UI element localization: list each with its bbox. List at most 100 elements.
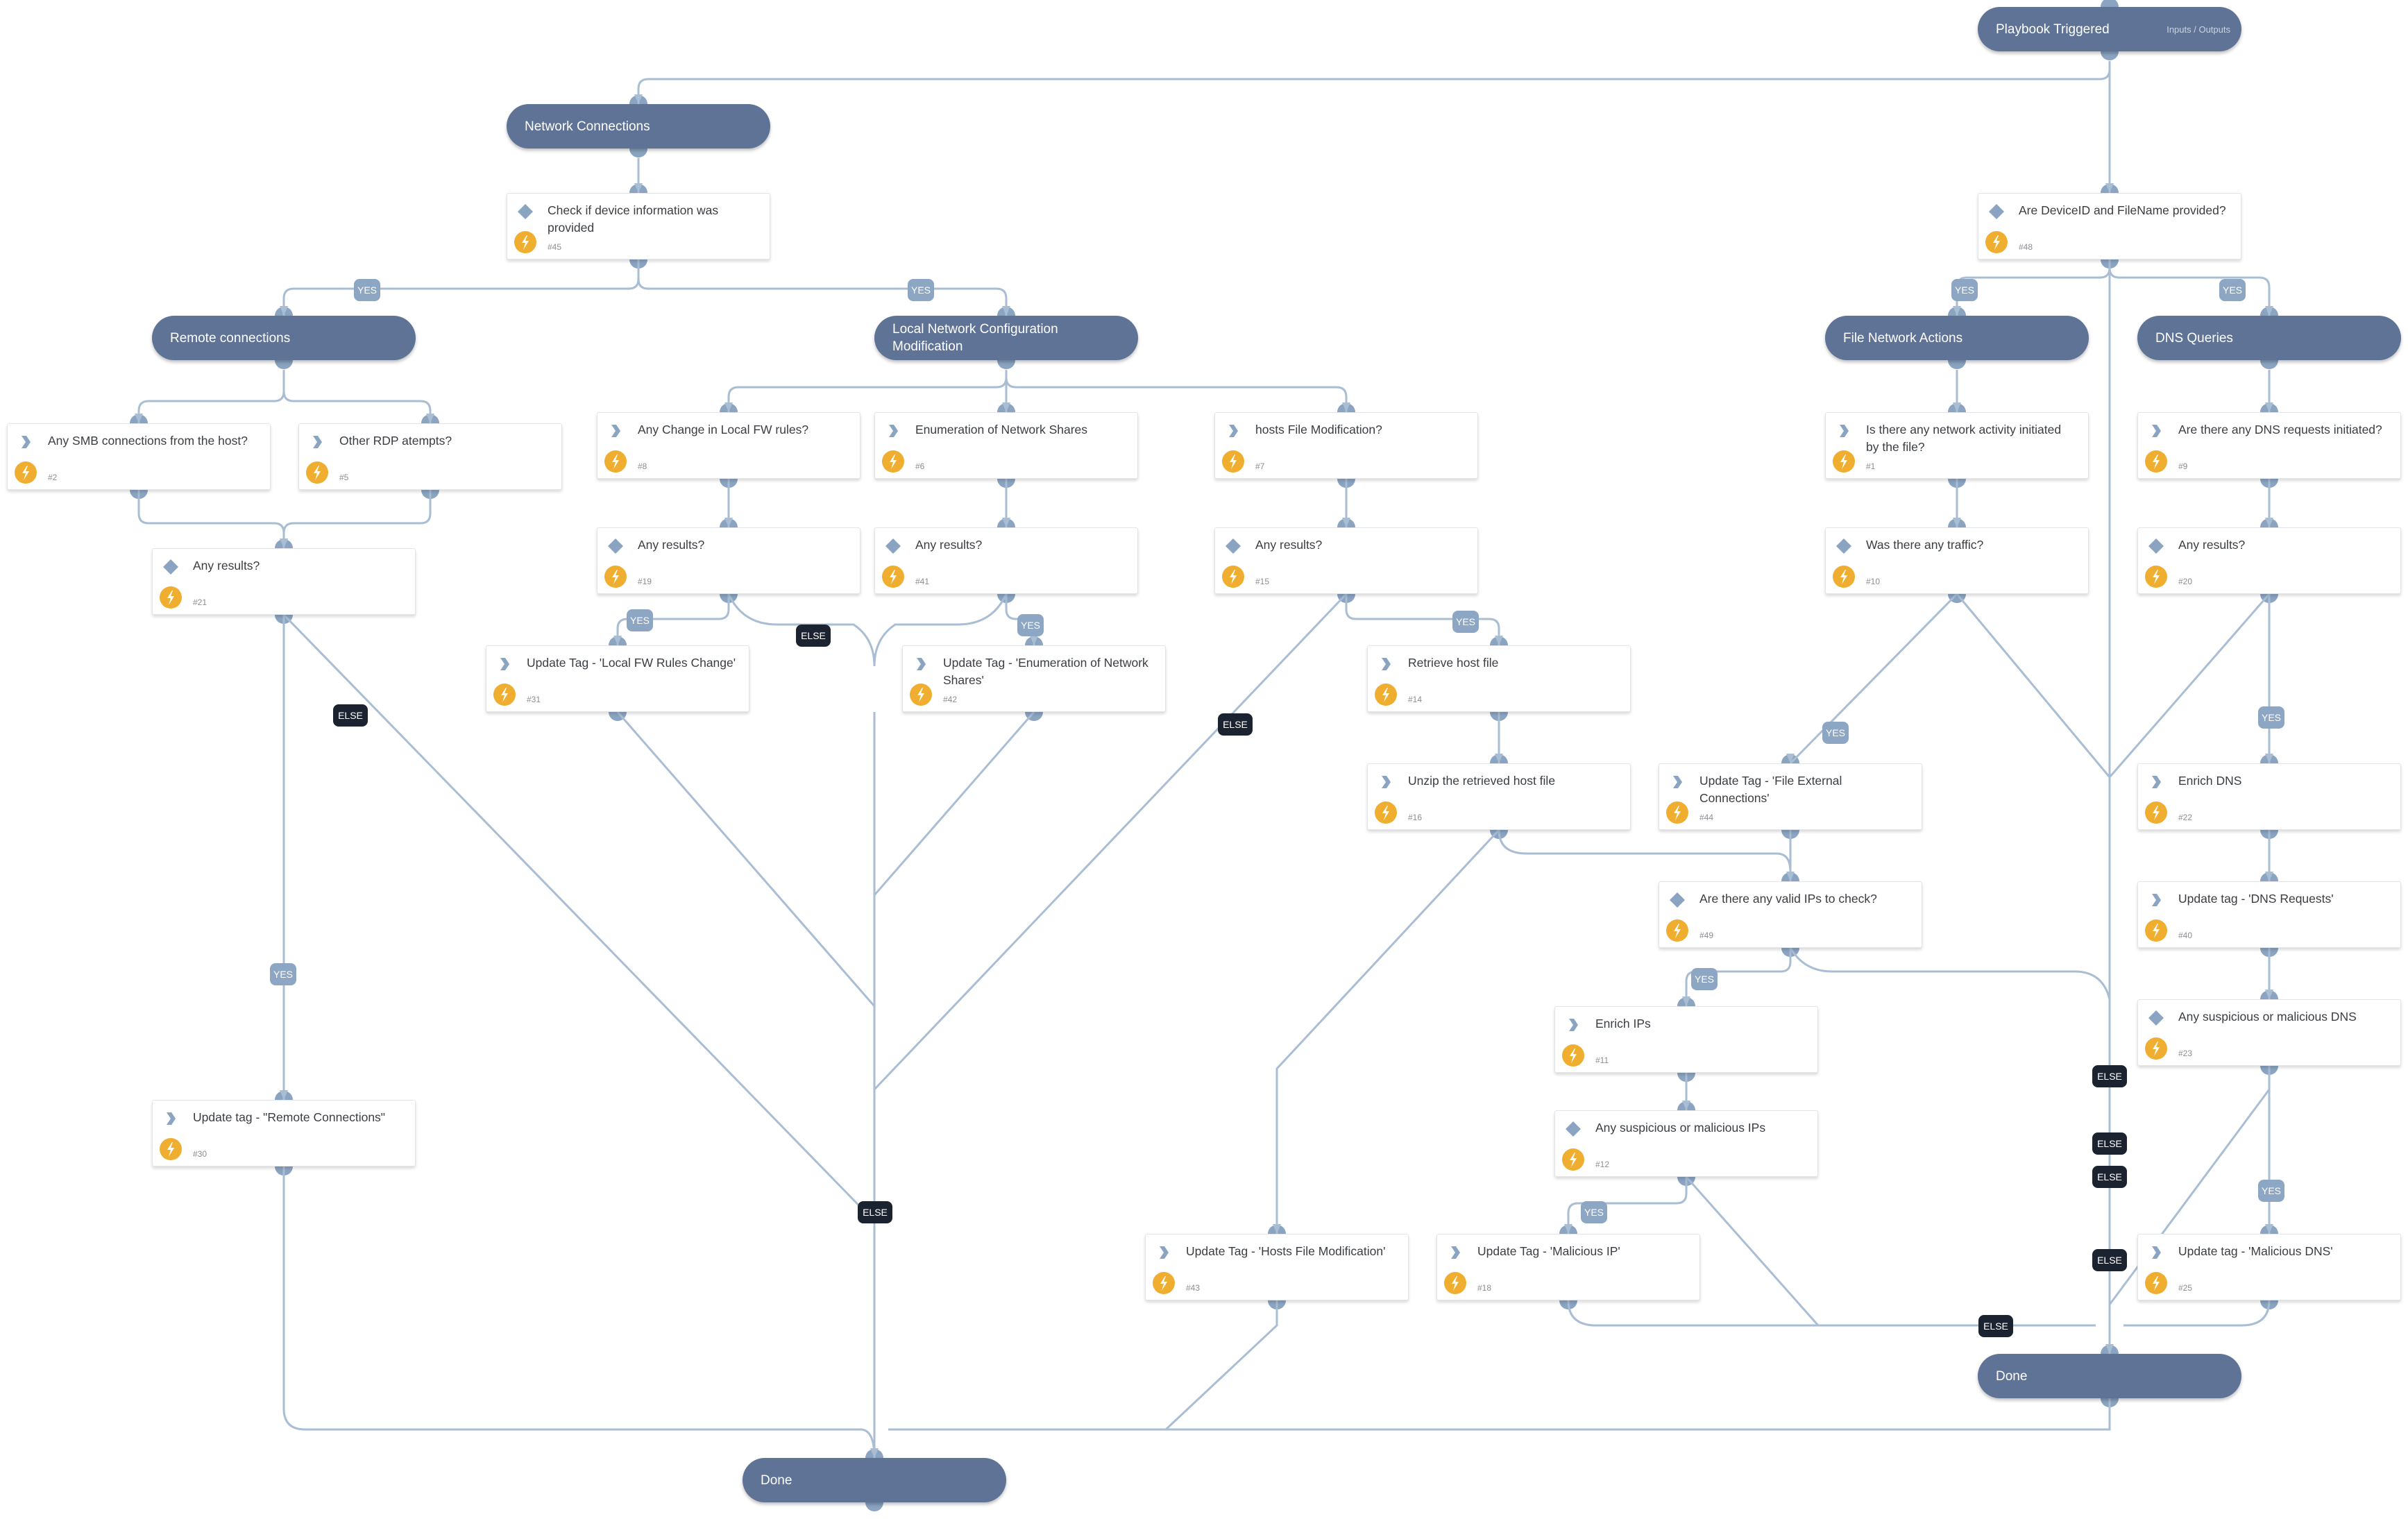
task-card-45[interactable]: Check if device information was provided… xyxy=(507,193,770,260)
task-card-5[interactable]: Other RDP atempts? #5 xyxy=(298,423,562,490)
task-card-8[interactable]: Any Change in Local FW rules? #8 xyxy=(597,412,860,479)
yes-branch-label[interactable]: YES xyxy=(2258,706,2284,729)
yes-branch-label[interactable]: YES xyxy=(908,279,934,301)
connector-edge xyxy=(873,711,1035,896)
task-card-30[interactable]: Update tag - "Remote Connections" #30 xyxy=(152,1100,416,1166)
automation-bolt-icon xyxy=(1985,231,2008,253)
task-title: Any Change in Local FW rules? xyxy=(638,423,809,436)
yes-branch-label[interactable]: YES xyxy=(1951,279,1978,301)
yes-branch-label[interactable]: YES xyxy=(627,609,653,631)
section-label: Network Connections xyxy=(525,119,650,134)
task-card-9[interactable]: Are there any DNS requests initiated? #9 xyxy=(2137,412,2401,479)
task-id: #12 xyxy=(1595,1160,1610,1169)
task-card-14[interactable]: Retrieve host file #14 xyxy=(1367,645,1631,712)
section-done-right[interactable]: Done xyxy=(1978,1354,2241,1398)
task-card-42[interactable]: Update Tag - 'Enumeration of Network Sha… xyxy=(902,645,1166,712)
yes-branch-label[interactable]: YES xyxy=(270,963,296,985)
task-card-22[interactable]: Enrich DNS #22 xyxy=(2137,763,2401,830)
connector-edge xyxy=(1685,1176,1820,1326)
yes-branch-label[interactable]: YES xyxy=(354,279,380,301)
section-local-network-config[interactable]: Local Network Configuration Modification xyxy=(874,316,1138,360)
task-card-7[interactable]: hosts File Modification? #7 xyxy=(1214,412,1478,479)
else-branch-label[interactable]: ELSE xyxy=(796,625,831,647)
task-id: #20 xyxy=(2178,577,2193,586)
task-card-2[interactable]: Any SMB connections from the host? #2 xyxy=(7,423,271,490)
output-port[interactable] xyxy=(997,360,1015,369)
task-card-49[interactable]: Are there any valid IPs to check? #49 xyxy=(1659,881,1922,948)
task-title: Retrieve host file xyxy=(1408,656,1499,670)
connector-edge xyxy=(888,1300,1278,1431)
output-port[interactable] xyxy=(2101,51,2119,60)
section-label: File Network Actions xyxy=(1843,330,1963,346)
task-card-10[interactable]: Was there any traffic? #10 xyxy=(1825,527,2089,594)
task-card-11[interactable]: Enrich IPs #11 xyxy=(1554,1006,1818,1073)
section-remote-connections[interactable]: Remote connections xyxy=(152,316,416,360)
else-branch-label[interactable]: ELSE xyxy=(1978,1315,2013,1337)
output-port[interactable] xyxy=(275,360,293,369)
output-port[interactable] xyxy=(629,148,647,158)
task-card-48[interactable]: Are DeviceID and FileName provided? #48 xyxy=(1978,193,2241,260)
subplaybook-chevron-icon xyxy=(1225,423,1241,439)
task-card-1[interactable]: Is there any network activity initiated … xyxy=(1825,412,2089,479)
yes-branch-label[interactable]: YES xyxy=(1691,968,1718,990)
connector-edge xyxy=(2108,593,2271,778)
subplaybook-chevron-icon xyxy=(1835,423,1852,439)
else-branch-label[interactable]: ELSE xyxy=(333,704,368,727)
task-card-18[interactable]: Update Tag - 'Malicious IP' #18 xyxy=(1436,1234,1700,1300)
task-id: #48 xyxy=(2019,242,2033,252)
else-branch-label[interactable]: ELSE xyxy=(2092,1249,2127,1271)
connector-edge xyxy=(1789,947,2111,1000)
yes-branch-label[interactable]: YES xyxy=(1581,1201,1607,1223)
automation-bolt-icon xyxy=(1375,684,1397,706)
yes-branch-label[interactable]: YES xyxy=(1017,614,1044,636)
else-branch-label[interactable]: ELSE xyxy=(2092,1132,2127,1155)
task-card-43[interactable]: Update Tag - 'Hosts File Modification' #4… xyxy=(1145,1234,1409,1300)
subplaybook-chevron-icon xyxy=(913,656,929,672)
else-branch-label[interactable]: ELSE xyxy=(2092,1166,2127,1188)
yes-branch-label[interactable]: YES xyxy=(1452,611,1479,633)
section-playbook-triggered[interactable]: Playbook Triggered Inputs / Outputs xyxy=(1978,7,2241,51)
automation-bolt-icon xyxy=(306,461,328,484)
input-port[interactable] xyxy=(2101,0,2119,7)
task-card-19[interactable]: Any results? #19 xyxy=(597,527,860,594)
section-dns-queries[interactable]: DNS Queries xyxy=(2137,316,2401,360)
yes-branch-label[interactable]: YES xyxy=(1822,722,1849,744)
else-branch-label[interactable]: ELSE xyxy=(858,1201,892,1223)
subplaybook-chevron-icon xyxy=(1377,774,1394,790)
task-title: Any results? xyxy=(638,538,705,552)
task-card-12[interactable]: Any suspicious or malicious IPs #12 xyxy=(1554,1110,1818,1177)
task-card-15[interactable]: Any results? #15 xyxy=(1214,527,1478,594)
task-card-23[interactable]: Any suspicious or malicious DNS #23 xyxy=(2137,999,2401,1066)
automation-bolt-icon xyxy=(160,586,182,609)
task-id: #49 xyxy=(1699,931,1714,940)
connector-edge xyxy=(137,370,285,423)
task-title: Any results? xyxy=(915,538,983,552)
task-card-40[interactable]: Update tag - 'DNS Requests' #40 xyxy=(2137,881,2401,948)
task-card-25[interactable]: Update tag - 'Malicious DNS' #25 xyxy=(2137,1234,2401,1300)
task-card-21[interactable]: Any results? #21 xyxy=(152,548,416,615)
condition-diamond-icon xyxy=(1565,1121,1582,1137)
subplaybook-chevron-icon xyxy=(885,423,901,439)
task-card-31[interactable]: Update Tag - 'Local FW Rules Change' #31 xyxy=(486,645,749,712)
yes-branch-label[interactable]: YES xyxy=(2219,279,2246,301)
task-card-16[interactable]: Unzip the retrieved host file #16 xyxy=(1367,763,1631,830)
automation-bolt-icon xyxy=(1833,566,1855,588)
section-file-network-actions[interactable]: File Network Actions xyxy=(1825,316,2089,360)
output-port[interactable] xyxy=(2260,360,2278,369)
else-branch-label[interactable]: ELSE xyxy=(2092,1065,2127,1087)
section-label: Done xyxy=(761,1473,792,1488)
task-card-6[interactable]: Enumeration of Network Shares #6 xyxy=(874,412,1138,479)
inputs-outputs-link[interactable]: Inputs / Outputs xyxy=(2167,7,2230,51)
output-port[interactable] xyxy=(1948,360,1966,369)
task-card-41[interactable]: Any results? #41 xyxy=(874,527,1138,594)
yes-branch-label[interactable]: YES xyxy=(2258,1180,2284,1202)
task-card-44[interactable]: Update Tag - 'File External Connections'… xyxy=(1659,763,1922,830)
task-title: Any SMB connections from the host? xyxy=(48,434,248,448)
section-network-connections[interactable]: Network Connections xyxy=(507,104,770,148)
task-id: #5 xyxy=(339,473,349,482)
automation-bolt-icon xyxy=(1444,1272,1466,1294)
output-port[interactable] xyxy=(865,1502,883,1511)
task-card-20[interactable]: Any results? #20 xyxy=(2137,527,2401,594)
else-branch-label[interactable]: ELSE xyxy=(1218,713,1253,736)
section-done-left[interactable]: Done xyxy=(743,1458,1006,1502)
